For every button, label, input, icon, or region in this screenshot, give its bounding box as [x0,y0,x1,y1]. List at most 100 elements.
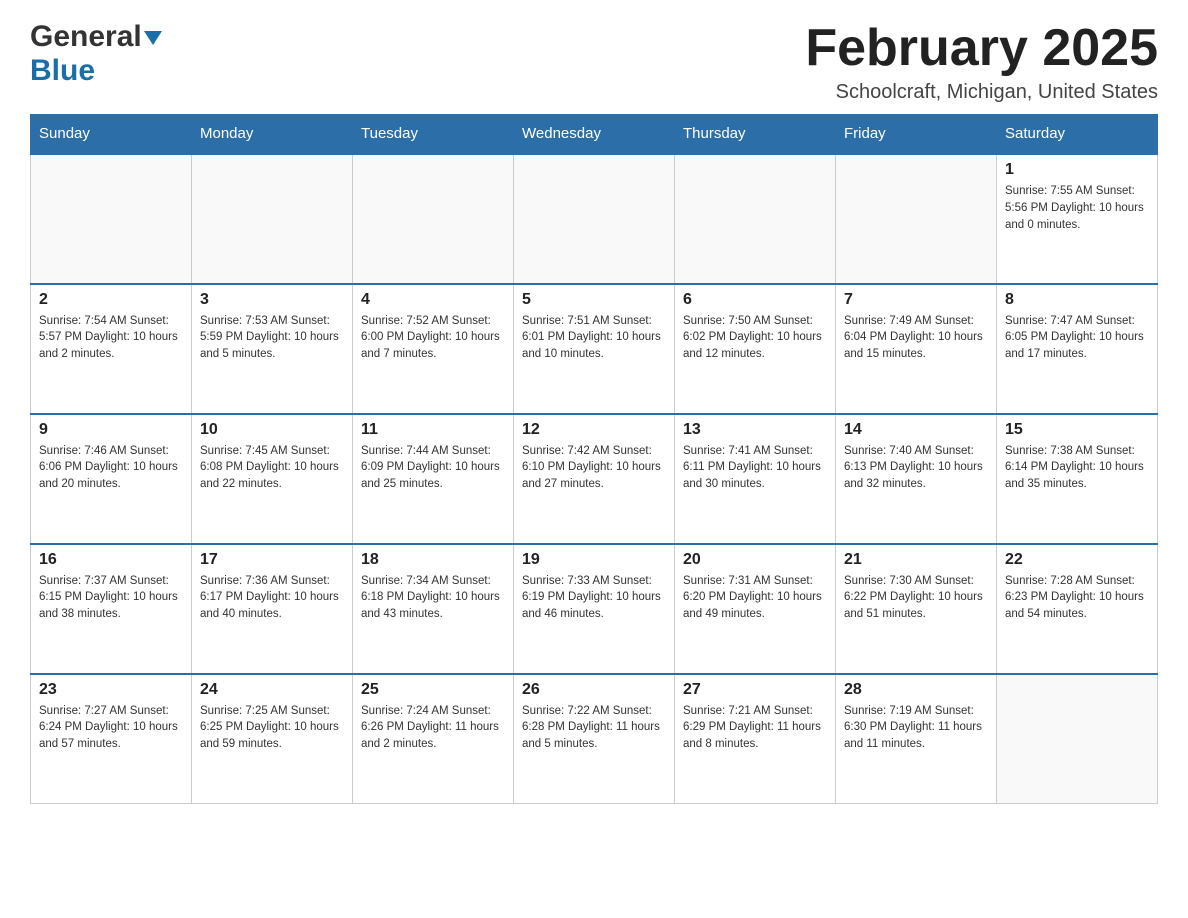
calendar-cell: 24 Sunrise: 7:25 AM Sunset: 6:25 PM Dayli… [192,674,353,804]
day-number: 25 [361,681,505,699]
weekday-header-thursday: Thursday [675,115,836,154]
day-number: 21 [844,551,988,569]
day-number: 20 [683,551,827,569]
day-info: Sunrise: 7:55 AM Sunset: 5:56 PM Dayligh… [1005,183,1149,233]
day-number: 17 [200,551,344,569]
calendar-cell: 27 Sunrise: 7:21 AM Sunset: 6:29 PM Dayli… [675,674,836,804]
day-number: 24 [200,681,344,699]
day-info: Sunrise: 7:54 AM Sunset: 5:57 PM Dayligh… [39,313,183,363]
day-info: Sunrise: 7:40 AM Sunset: 6:13 PM Dayligh… [844,443,988,493]
day-number: 16 [39,551,183,569]
main-title: February 2025 [805,20,1158,77]
day-info: Sunrise: 7:52 AM Sunset: 6:00 PM Dayligh… [361,313,505,363]
title-section: February 2025 Schoolcraft, Michigan, Uni… [805,20,1158,104]
day-info: Sunrise: 7:36 AM Sunset: 6:17 PM Dayligh… [200,573,344,623]
day-info: Sunrise: 7:25 AM Sunset: 6:25 PM Dayligh… [200,703,344,753]
calendar-week-row: 9 Sunrise: 7:46 AM Sunset: 6:06 PM Daylig… [31,414,1158,544]
day-info: Sunrise: 7:49 AM Sunset: 6:04 PM Dayligh… [844,313,988,363]
calendar-cell: 4 Sunrise: 7:52 AM Sunset: 6:00 PM Daylig… [353,284,514,414]
calendar-cell: 2 Sunrise: 7:54 AM Sunset: 5:57 PM Daylig… [31,284,192,414]
calendar-cell: 7 Sunrise: 7:49 AM Sunset: 6:04 PM Daylig… [836,284,997,414]
day-number: 6 [683,291,827,309]
day-info: Sunrise: 7:27 AM Sunset: 6:24 PM Dayligh… [39,703,183,753]
day-number: 11 [361,421,505,439]
day-info: Sunrise: 7:51 AM Sunset: 6:01 PM Dayligh… [522,313,666,363]
day-number: 4 [361,291,505,309]
weekday-header-friday: Friday [836,115,997,154]
calendar-cell: 16 Sunrise: 7:37 AM Sunset: 6:15 PM Dayli… [31,544,192,674]
calendar-week-row: 16 Sunrise: 7:37 AM Sunset: 6:15 PM Dayli… [31,544,1158,674]
day-info: Sunrise: 7:41 AM Sunset: 6:11 PM Dayligh… [683,443,827,493]
calendar-cell: 6Sunrise: 7:50 AM Sunset: 6:02 PM Daylig… [675,284,836,414]
calendar-table: SundayMondayTuesdayWednesdayThursdayFrid… [30,114,1158,804]
calendar-cell: 13 Sunrise: 7:41 AM Sunset: 6:11 PM Dayli… [675,414,836,544]
calendar-cell [353,154,514,284]
day-number: 9 [39,421,183,439]
weekday-header-wednesday: Wednesday [514,115,675,154]
day-info: Sunrise: 7:53 AM Sunset: 5:59 PM Dayligh… [200,313,344,363]
calendar-cell [675,154,836,284]
logo-general-text: General [30,20,142,54]
calendar-week-row: 1 Sunrise: 7:55 AM Sunset: 5:56 PM Daylig… [31,154,1158,284]
day-info: Sunrise: 7:31 AM Sunset: 6:20 PM Dayligh… [683,573,827,623]
weekday-header-monday: Monday [192,115,353,154]
day-info: Sunrise: 7:34 AM Sunset: 6:18 PM Dayligh… [361,573,505,623]
calendar-cell: 1 Sunrise: 7:55 AM Sunset: 5:56 PM Daylig… [997,154,1158,284]
logo-triangle-icon [144,29,162,47]
calendar-cell: 19Sunrise: 7:33 AM Sunset: 6:19 PM Dayli… [514,544,675,674]
calendar-cell: 15 Sunrise: 7:38 AM Sunset: 6:14 PM Dayli… [997,414,1158,544]
calendar-cell: 20 Sunrise: 7:31 AM Sunset: 6:20 PM Dayli… [675,544,836,674]
calendar-cell: 12Sunrise: 7:42 AM Sunset: 6:10 PM Dayli… [514,414,675,544]
weekday-header-sunday: Sunday [31,115,192,154]
day-number: 2 [39,291,183,309]
day-number: 14 [844,421,988,439]
calendar-cell: 11 Sunrise: 7:44 AM Sunset: 6:09 PM Dayli… [353,414,514,544]
weekday-header-saturday: Saturday [997,115,1158,154]
day-number: 13 [683,421,827,439]
calendar-cell: 25 Sunrise: 7:24 AM Sunset: 6:26 PM Dayli… [353,674,514,804]
calendar-cell: 21Sunrise: 7:30 AM Sunset: 6:22 PM Dayli… [836,544,997,674]
logo-blue-text: Blue [30,54,95,88]
calendar-cell: 14 Sunrise: 7:40 AM Sunset: 6:13 PM Dayli… [836,414,997,544]
day-info: Sunrise: 7:47 AM Sunset: 6:05 PM Dayligh… [1005,313,1149,363]
day-number: 8 [1005,291,1149,309]
weekday-header-row: SundayMondayTuesdayWednesdayThursdayFrid… [31,115,1158,154]
day-number: 27 [683,681,827,699]
calendar-week-row: 23 Sunrise: 7:27 AM Sunset: 6:24 PM Dayli… [31,674,1158,804]
calendar-cell: 22 Sunrise: 7:28 AM Sunset: 6:23 PM Dayli… [997,544,1158,674]
calendar-cell: 8 Sunrise: 7:47 AM Sunset: 6:05 PM Daylig… [997,284,1158,414]
calendar-cell [31,154,192,284]
day-number: 7 [844,291,988,309]
day-number: 1 [1005,161,1149,179]
day-info: Sunrise: 7:19 AM Sunset: 6:30 PM Dayligh… [844,703,988,753]
day-info: Sunrise: 7:46 AM Sunset: 6:06 PM Dayligh… [39,443,183,493]
calendar-cell: 10Sunrise: 7:45 AM Sunset: 6:08 PM Dayli… [192,414,353,544]
day-number: 5 [522,291,666,309]
day-number: 15 [1005,421,1149,439]
day-info: Sunrise: 7:22 AM Sunset: 6:28 PM Dayligh… [522,703,666,753]
calendar-week-row: 2 Sunrise: 7:54 AM Sunset: 5:57 PM Daylig… [31,284,1158,414]
day-number: 26 [522,681,666,699]
day-number: 10 [200,421,344,439]
calendar-cell [192,154,353,284]
calendar-cell: 18 Sunrise: 7:34 AM Sunset: 6:18 PM Dayli… [353,544,514,674]
day-number: 23 [39,681,183,699]
day-number: 12 [522,421,666,439]
day-info: Sunrise: 7:37 AM Sunset: 6:15 PM Dayligh… [39,573,183,623]
day-info: Sunrise: 7:33 AM Sunset: 6:19 PM Dayligh… [522,573,666,623]
calendar-cell: 17 Sunrise: 7:36 AM Sunset: 6:17 PM Dayli… [192,544,353,674]
day-info: Sunrise: 7:21 AM Sunset: 6:29 PM Dayligh… [683,703,827,753]
day-info: Sunrise: 7:24 AM Sunset: 6:26 PM Dayligh… [361,703,505,753]
day-number: 22 [1005,551,1149,569]
subtitle: Schoolcraft, Michigan, United States [805,81,1158,104]
day-info: Sunrise: 7:28 AM Sunset: 6:23 PM Dayligh… [1005,573,1149,623]
calendar-cell [997,674,1158,804]
day-info: Sunrise: 7:38 AM Sunset: 6:14 PM Dayligh… [1005,443,1149,493]
day-info: Sunrise: 7:44 AM Sunset: 6:09 PM Dayligh… [361,443,505,493]
logo: General Blue [30,20,162,88]
weekday-header-tuesday: Tuesday [353,115,514,154]
day-number: 18 [361,551,505,569]
page-header: General Blue February 2025 Schoolcraft, … [30,20,1158,104]
day-number: 3 [200,291,344,309]
calendar-cell: 3 Sunrise: 7:53 AM Sunset: 5:59 PM Daylig… [192,284,353,414]
